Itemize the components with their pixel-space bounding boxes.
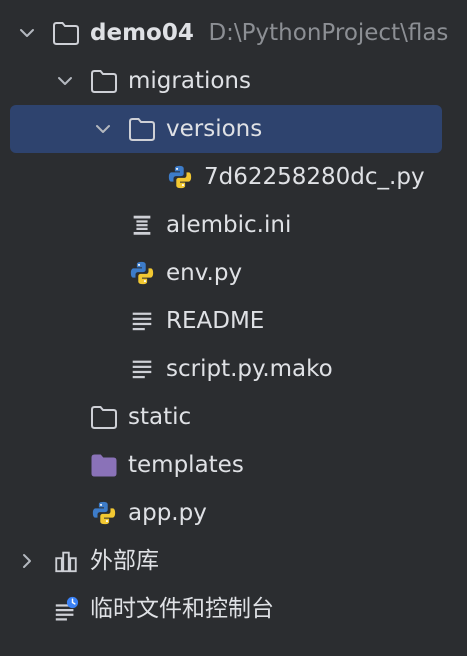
folder-icon [91, 406, 117, 429]
tree-item-label: env.py [166, 260, 243, 286]
root-label: demo04 D:\PythonProject\flas [90, 9, 448, 57]
folder-icon [129, 118, 155, 141]
folder-icon [53, 22, 79, 45]
folder-icon [91, 70, 117, 93]
tree-item-label: app.py [128, 500, 207, 526]
tree-item-label: 外部库 [90, 548, 159, 574]
tree-item-versions[interactable]: versions [0, 105, 467, 153]
ini-file-icon [133, 215, 151, 235]
tree-item-label: versions [166, 116, 263, 142]
scratches-icon [55, 596, 79, 621]
tree-item-label: alembic.ini [166, 212, 292, 238]
tree-item-env-py[interactable]: env.py [0, 249, 467, 297]
tree-item-label: README [166, 308, 265, 334]
chevron-down-icon[interactable] [93, 119, 113, 139]
project-tree: demo04 D:\PythonProject\flas migrations … [0, 0, 467, 656]
tree-item-version-file[interactable]: 7d62258280dc_.py [0, 153, 467, 201]
tree-item-scratches[interactable]: 临时文件和控制台 [0, 585, 467, 633]
project-path: D:\PythonProject\flas [208, 20, 449, 46]
chevron-down-icon[interactable] [17, 23, 37, 43]
tree-item-label: 临时文件和控制台 [90, 596, 274, 622]
tree-item-static[interactable]: static [0, 393, 467, 441]
project-name: demo04 [90, 20, 194, 46]
chevron-right-icon[interactable] [17, 551, 37, 571]
tree-item-migrations[interactable]: migrations [0, 57, 467, 105]
tree-item-app-py[interactable]: app.py [0, 489, 467, 537]
tree-item-label: static [128, 404, 192, 430]
tree-item-script-mako[interactable]: script.py.mako [0, 345, 467, 393]
tree-item-alembic-ini[interactable]: alembic.ini [0, 201, 467, 249]
tree-item-label: templates [128, 452, 244, 478]
python-file-icon [168, 165, 192, 189]
text-file-icon [132, 312, 152, 331]
tree-item-templates[interactable]: templates [0, 441, 467, 489]
tree-item-external-libraries[interactable]: 外部库 [0, 537, 467, 585]
text-file-icon [132, 360, 152, 379]
tree-item-readme[interactable]: README [0, 297, 467, 345]
templates-folder-icon [91, 454, 117, 477]
chevron-down-icon[interactable] [55, 71, 75, 91]
tree-item-label: 7d62258280dc_.py [204, 164, 425, 190]
tree-item-label: migrations [128, 68, 251, 94]
tree-item-label: script.py.mako [166, 356, 333, 382]
library-icon [55, 551, 77, 573]
python-file-icon [92, 501, 116, 525]
python-file-icon [130, 261, 154, 285]
tree-item-demo04[interactable]: demo04 D:\PythonProject\flas [0, 9, 467, 57]
